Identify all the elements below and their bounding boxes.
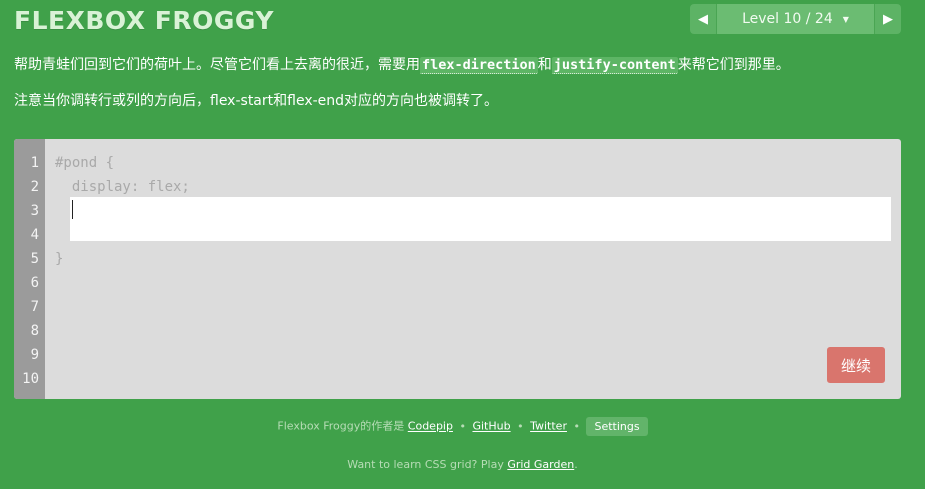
next-level-button[interactable]: ▶ [875, 4, 901, 34]
line-number: 10 [22, 371, 39, 387]
line-number: 5 [30, 251, 39, 267]
instruction-paragraph-2: 注意当你调转行或列的方向后，flex-start和flex-end对应的方向也被… [14, 93, 499, 109]
twitter-link[interactable]: Twitter [530, 420, 567, 433]
instructions: 帮助青蛙们回到它们的荷叶上。尽管它们看上去离的很近，需要用 flex-direct… [14, 54, 904, 126]
instruction-paragraph-1: 帮助青蛙们回到它们的荷叶上。尽管它们看上去离的很近，需要用 flex-direct… [14, 54, 904, 76]
level-dropdown[interactable]: Level 10 / 24 ▼ [716, 4, 875, 34]
line-number: 9 [30, 347, 39, 363]
instruction-text: 和 [537, 57, 552, 73]
line-number: 3 [30, 203, 39, 219]
bullet-separator: • [517, 419, 524, 433]
footer-credits: Flexbox Froggy的作者是 Codepip • GitHub • Tw… [0, 417, 925, 436]
line-number: 4 [30, 227, 39, 243]
level-label: Level 10 / 24 [742, 11, 833, 27]
instruction-text: 来帮它们到那里。 [677, 57, 790, 73]
line-number: 8 [30, 323, 39, 339]
line-number: 2 [30, 179, 39, 195]
next-button[interactable]: 继续 [827, 347, 885, 383]
code-line-display: display: flex; [55, 179, 190, 195]
css-code-input[interactable] [70, 197, 891, 241]
line-number: 7 [30, 299, 39, 315]
caret-down-icon: ▼ [842, 14, 849, 24]
level-navigation: ◀ Level 10 / 24 ▼ ▶ [690, 4, 901, 34]
github-link[interactable]: GitHub [472, 420, 510, 433]
previous-level-button[interactable]: ◀ [690, 4, 716, 34]
credit-text: Flexbox Froggy的作者是 [277, 419, 405, 433]
bullet-separator: • [459, 419, 466, 433]
settings-button[interactable]: Settings [586, 417, 648, 436]
code-term-flex-direction[interactable]: flex-direction [420, 57, 538, 74]
code-line-close-brace: } [55, 251, 64, 267]
arrow-left-icon: ◀ [698, 11, 708, 27]
app-title: FLEXBOX FROGGY [14, 6, 274, 35]
grid-promo-text: Want to learn CSS grid? Play [347, 458, 504, 471]
code-editor: 1 2 3 4 5 6 7 8 9 10 #pond { display: fl… [14, 139, 901, 399]
grid-garden-link[interactable]: Grid Garden [507, 458, 574, 471]
text-cursor [72, 200, 73, 219]
bullet-separator: • [573, 419, 580, 433]
line-number: 1 [30, 155, 39, 171]
code-term-justify-content[interactable]: justify-content [551, 57, 678, 74]
line-number-gutter: 1 2 3 4 5 6 7 8 9 10 [14, 139, 45, 399]
footer-grid-garden: Want to learn CSS grid? Play Grid Garden… [0, 458, 925, 471]
line-number: 6 [30, 275, 39, 291]
codepip-link[interactable]: Codepip [408, 420, 453, 433]
grid-promo-suffix: . [574, 458, 578, 471]
arrow-right-icon: ▶ [883, 11, 893, 27]
instruction-text: 帮助青蛙们回到它们的荷叶上。尽管它们看上去离的很近，需要用 [14, 57, 420, 73]
code-line-selector: #pond { [55, 155, 115, 171]
